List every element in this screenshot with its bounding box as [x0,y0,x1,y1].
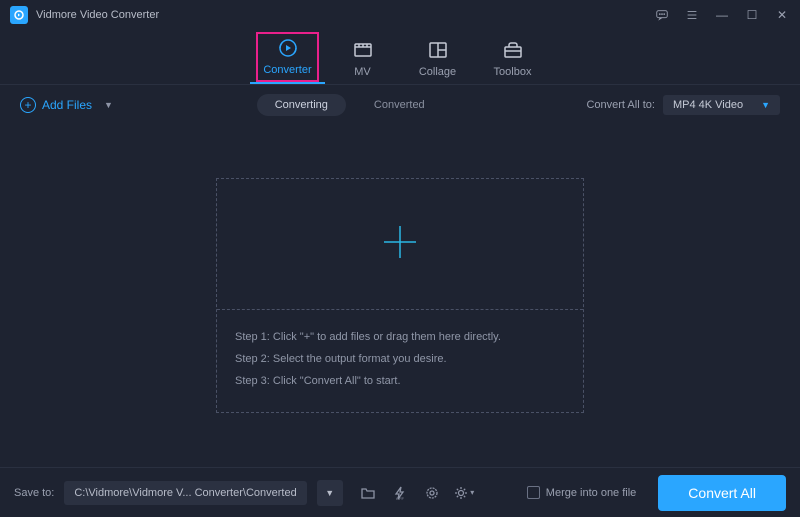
open-folder-icon[interactable] [357,482,379,504]
saveto-label: Save to: [14,487,54,499]
format-selected-value: MP4 4K Video [673,99,743,111]
tab-converted[interactable]: Converted [356,94,443,116]
dropzone-instructions: Step 1: Click "+" to add files or drag t… [217,309,583,412]
nav-collage[interactable]: Collage [400,38,475,84]
instruction-step-3: Step 3: Click "Convert All" to start. [235,370,565,392]
output-format-dropdown[interactable]: MP4 4K Video ▼ [663,95,780,115]
app-title: Vidmore Video Converter [36,9,159,21]
hw-accel-icon[interactable]: OFF [389,482,411,504]
toolbox-icon [475,38,550,62]
merge-label: Merge into one file [546,487,637,499]
sub-toolbar: + Add Files ▼ Converting Converted Conve… [0,85,800,125]
menu-icon[interactable] [684,7,700,23]
add-files-button[interactable]: + Add Files ▼ [20,97,113,113]
nav-label: Collage [400,66,475,78]
feedback-icon[interactable] [654,7,670,23]
collage-icon [400,38,475,62]
svg-text:OFF: OFF [396,496,405,501]
app-logo-icon [10,6,28,24]
nav-label: Toolbox [475,66,550,78]
nav-label: MV [325,66,400,78]
mv-icon [325,38,400,62]
checkbox-icon [527,486,540,499]
convert-all-to-label: Convert All to: [586,99,654,111]
save-path-dropdown[interactable]: ▼ [317,480,343,506]
instruction-step-2: Step 2: Select the output format you des… [235,348,565,370]
title-bar: Vidmore Video Converter — ☐ ✕ [0,0,800,30]
maximize-button[interactable]: ☐ [744,7,760,23]
nav-converter[interactable]: Converter [250,36,325,84]
large-plus-icon [378,220,422,267]
nav-toolbox[interactable]: Toolbox [475,38,550,84]
close-button[interactable]: ✕ [774,7,790,23]
add-files-label: Add Files [42,98,92,112]
minimize-button[interactable]: — [714,7,730,23]
plus-circle-icon: + [20,97,36,113]
nav-mv[interactable]: MV [325,38,400,84]
tab-converting[interactable]: Converting [257,94,346,116]
dropzone[interactable]: Step 1: Click "+" to add files or drag t… [216,178,584,413]
dropzone-add-area[interactable] [217,179,583,309]
instruction-step-1: Step 1: Click "+" to add files or drag t… [235,326,565,348]
nav-label: Converter [250,64,325,76]
main-area: Step 1: Click "+" to add files or drag t… [0,125,800,465]
chevron-down-icon: ▼ [761,100,770,110]
high-speed-icon[interactable] [421,482,443,504]
save-path-field[interactable]: C:\Vidmore\Vidmore V... Converter\Conver… [64,481,306,505]
chevron-down-icon[interactable]: ▼ [104,100,113,110]
bottom-bar: Save to: C:\Vidmore\Vidmore V... Convert… [0,467,800,517]
convert-all-button[interactable]: Convert All [658,475,786,511]
save-path-value: C:\Vidmore\Vidmore V... Converter\Conver… [74,487,296,499]
main-nav: Converter MV Collage Toolbox [0,30,800,85]
settings-icon[interactable]: ▾ [453,482,475,504]
converter-icon [250,36,325,60]
merge-checkbox[interactable]: Merge into one file [527,486,637,499]
